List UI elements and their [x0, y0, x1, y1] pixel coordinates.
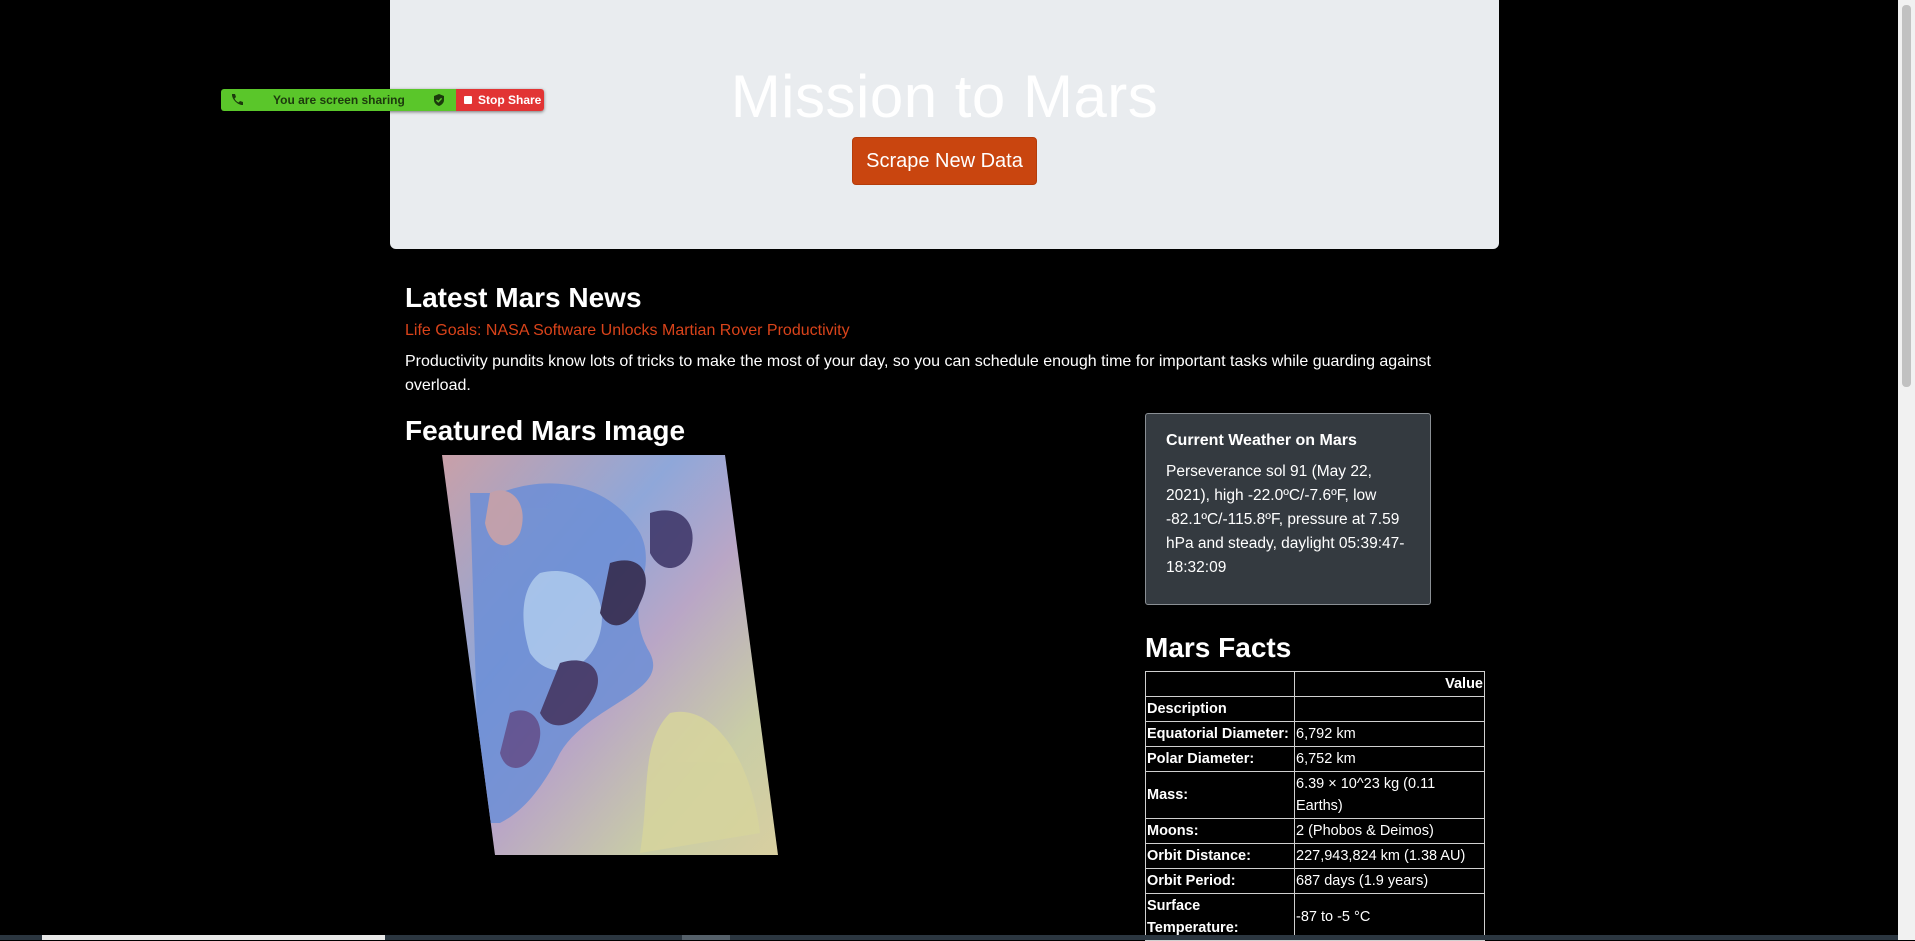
weather-card: Current Weather on Mars Perseverance sol… — [1145, 413, 1431, 605]
vertical-scrollbar[interactable] — [1898, 0, 1915, 940]
table-row: Equatorial Diameter: 6,792 km — [1145, 721, 1485, 747]
facts-section-title: Mars Facts — [1145, 632, 1292, 663]
table-row: Surface Temperature: -87 to -5 °C — [1145, 893, 1485, 941]
fact-value: 687 days (1.9 years) — [1294, 868, 1485, 894]
featured-section-title: Featured Mars Image — [405, 415, 686, 446]
news-section-title: Latest Mars News — [405, 282, 642, 313]
fact-key: Mass: — [1145, 771, 1295, 819]
fact-value: 2 (Phobos & Deimos) — [1294, 818, 1485, 844]
table-row: Orbit Period: 687 days (1.9 years) — [1145, 868, 1485, 894]
table-row: Orbit Distance: 227,943,824 km (1.38 AU) — [1145, 843, 1485, 869]
bottom-strip — [0, 935, 1898, 940]
shield-icon — [434, 94, 444, 106]
weather-title: Current Weather on Mars — [1166, 432, 1357, 449]
news-headline-link[interactable]: Life Goals: NASA Software Unlocks Martia… — [405, 322, 850, 340]
featured-mars-image[interactable] — [440, 453, 780, 855]
table-row: Polar Diameter: 6,752 km — [1145, 746, 1485, 772]
fact-key: Orbit Distance: — [1145, 843, 1295, 869]
fact-value — [1294, 696, 1485, 722]
jumbotron-header: Mission to Mars Scrape New Data — [390, 0, 1499, 249]
screen-share-text: You are screen sharing — [273, 93, 405, 107]
mars-facts-table: Value Description Equatorial Diameter: 6,… — [1145, 671, 1485, 941]
table-header-cell — [1145, 671, 1295, 697]
weather-text: Perseverance sol 91 (May 22, 2021), high… — [1166, 463, 1405, 576]
stop-share-label: Stop Share — [478, 93, 542, 107]
phone-icon — [231, 94, 243, 106]
fact-key: Polar Diameter: — [1145, 746, 1295, 772]
scrape-new-data-button[interactable]: Scrape New Data — [852, 137, 1037, 185]
stop-square-icon — [464, 96, 472, 104]
screen-share-status[interactable]: You are screen sharing — [221, 89, 456, 111]
table-header-row: Value — [1145, 671, 1485, 697]
fact-key: Equatorial Diameter: — [1145, 721, 1295, 747]
fact-key: Surface Temperature: — [1145, 893, 1295, 941]
stop-share-button[interactable]: Stop Share — [456, 89, 544, 111]
table-row: Moons: 2 (Phobos & Deimos) — [1145, 818, 1485, 844]
table-row: Description — [1145, 696, 1485, 722]
fact-value: -87 to -5 °C — [1294, 893, 1485, 941]
bottom-strip-segment — [42, 935, 385, 940]
fact-value: 6,752 km — [1294, 746, 1485, 772]
table-row: Mass: 6.39 × 10^23 kg (0.11 Earths) — [1145, 771, 1485, 819]
fact-key: Description — [1145, 696, 1295, 722]
fact-key: Moons: — [1145, 818, 1295, 844]
news-teaser: Productivity pundits know lots of tricks… — [405, 353, 1431, 394]
bottom-strip-segment — [682, 935, 730, 940]
fact-value: 6,792 km — [1294, 721, 1485, 747]
scrollbar-thumb[interactable] — [1902, 5, 1911, 387]
screen-share-bar: You are screen sharing Stop Share — [221, 89, 544, 111]
table-header-cell: Value — [1294, 671, 1485, 697]
fact-key: Orbit Period: — [1145, 868, 1295, 894]
fact-value: 227,943,824 km (1.38 AU) — [1294, 843, 1485, 869]
page-title: Mission to Mars — [730, 63, 1159, 130]
fact-value: 6.39 × 10^23 kg (0.11 Earths) — [1294, 771, 1485, 819]
